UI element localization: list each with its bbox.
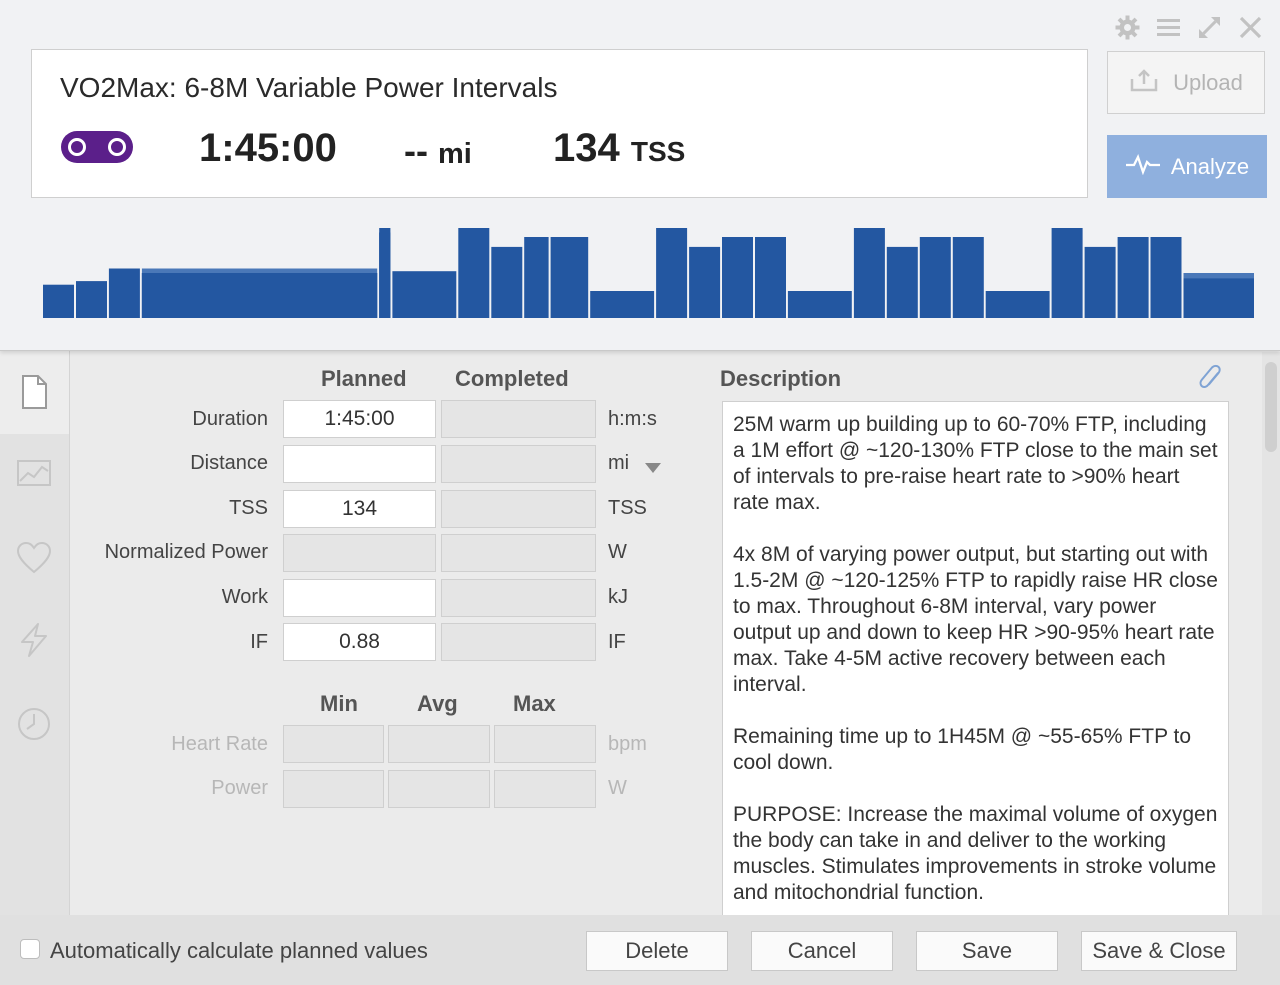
paperclip-icon[interactable] <box>1198 364 1226 394</box>
workout-interval-bar <box>1117 237 1149 318</box>
workout-interval-bar <box>886 246 918 318</box>
normalized-power-label: Normalized Power <box>104 541 268 563</box>
tss-completed-input[interactable] <box>441 490 596 528</box>
workout-interval-bar <box>1084 246 1116 318</box>
duration-unit: h:m:s <box>608 408 657 430</box>
workout-structure-chart <box>43 228 1254 318</box>
workout-interval-bar <box>919 237 951 318</box>
distance-label: Distance <box>190 452 268 474</box>
workout-interval-bar <box>1051 228 1083 318</box>
heart-icon[interactable] <box>16 540 52 576</box>
tss-unit-label: TSS <box>608 497 647 519</box>
distance-unit-select[interactable]: mi <box>608 452 661 475</box>
description-paragraph: Remaining time up to 1H45M @ ~55-65% FTP… <box>733 725 1192 774</box>
workout-interval-bar <box>755 237 786 318</box>
workout-interval-bar <box>458 228 490 318</box>
min-column-header: Min <box>320 691 358 716</box>
if-completed-input[interactable] <box>441 623 596 661</box>
hr-min-input[interactable] <box>283 725 384 763</box>
cancel-button[interactable]: Cancel <box>751 931 893 971</box>
duration-label: Duration <box>192 408 268 430</box>
workout-interval-bar <box>524 237 549 318</box>
duration-completed-input[interactable] <box>441 400 596 438</box>
planned-column-header: Planned <box>321 366 407 391</box>
workout-interval-bar <box>379 232 391 318</box>
avg-column-header: Avg <box>417 691 458 716</box>
tss-label: TSS <box>229 497 268 519</box>
scrollbar-thumb[interactable] <box>1265 362 1277 452</box>
workout-interval-bar <box>392 271 457 318</box>
summary-icon[interactable] <box>16 374 52 410</box>
if-unit-label: IF <box>608 631 626 653</box>
save-button[interactable]: Save <box>916 931 1058 971</box>
workout-interval-bar <box>689 246 721 318</box>
clock-icon[interactable] <box>16 706 52 742</box>
work-completed-input[interactable] <box>441 579 596 617</box>
heart-rate-label: Heart Rate <box>171 733 268 755</box>
max-column-header: Max <box>513 691 556 716</box>
distance-unit-label: mi <box>608 452 630 474</box>
workout-interval-bar <box>853 228 885 318</box>
side-tab-bar <box>0 350 70 915</box>
workout-interval-bar <box>43 284 74 318</box>
power-max-input[interactable] <box>494 770 596 808</box>
description-header: Description <box>720 366 842 391</box>
np-completed-input[interactable] <box>441 534 596 572</box>
np-unit-label: W <box>608 541 627 563</box>
np-planned-input[interactable] <box>283 534 436 572</box>
description-paragraph: 4x 8M of varying power output, but start… <box>733 543 1218 696</box>
work-label: Work <box>221 586 268 608</box>
workout-interval-bar <box>141 273 378 318</box>
workout-interval-bar <box>550 237 589 318</box>
auto-calc-label[interactable]: Automatically calculate planned values <box>50 938 428 964</box>
if-planned-input[interactable] <box>283 623 436 661</box>
hr-max-input[interactable] <box>494 725 596 763</box>
chart-icon[interactable] <box>16 455 52 491</box>
workout-interval-bar <box>656 228 688 318</box>
power-unit-label: W <box>608 777 627 799</box>
hr-avg-input[interactable] <box>388 725 490 763</box>
duration-planned-input[interactable] <box>283 400 436 438</box>
chevron-down-icon <box>644 457 662 480</box>
workout-interval-bar <box>1183 278 1254 318</box>
workout-interval-bar <box>76 281 107 318</box>
hr-unit-label: bpm <box>608 733 647 755</box>
workout-interval-bar <box>787 291 852 318</box>
save-close-button[interactable]: Save & Close <box>1081 931 1237 971</box>
if-label: IF <box>250 631 268 653</box>
workout-interval-bar <box>985 291 1050 318</box>
power-min-input[interactable] <box>283 770 384 808</box>
workout-interval-bar <box>722 237 753 318</box>
work-unit-label: kJ <box>608 586 628 608</box>
distance-planned-input[interactable] <box>283 445 436 483</box>
power-icon[interactable] <box>16 622 52 658</box>
workout-interval-bar <box>590 291 655 318</box>
power-label: Power <box>211 777 268 799</box>
work-planned-input[interactable] <box>283 579 436 617</box>
auto-calc-checkbox[interactable] <box>20 939 40 959</box>
tss-planned-input[interactable] <box>283 490 436 528</box>
workout-interval-bar <box>108 268 140 318</box>
workout-interval-bar <box>491 246 523 318</box>
workout-interval-bar <box>952 237 984 318</box>
description-textarea[interactable]: 25M warm up building up to 60-70% FTP, i… <box>722 401 1229 917</box>
completed-column-header: Completed <box>455 366 569 391</box>
workout-interval-bar <box>1150 237 1182 318</box>
distance-completed-input[interactable] <box>441 445 596 483</box>
description-paragraph: PURPOSE: Increase the maximal volume of … <box>733 803 1218 904</box>
delete-button[interactable]: Delete <box>586 931 728 971</box>
workout-header-panel: VO2Max: 6-8M Variable Power Intervals 1:… <box>0 0 1280 351</box>
power-avg-input[interactable] <box>388 770 490 808</box>
description-paragraph: 25M warm up building up to 60-70% FTP, i… <box>733 413 1218 514</box>
